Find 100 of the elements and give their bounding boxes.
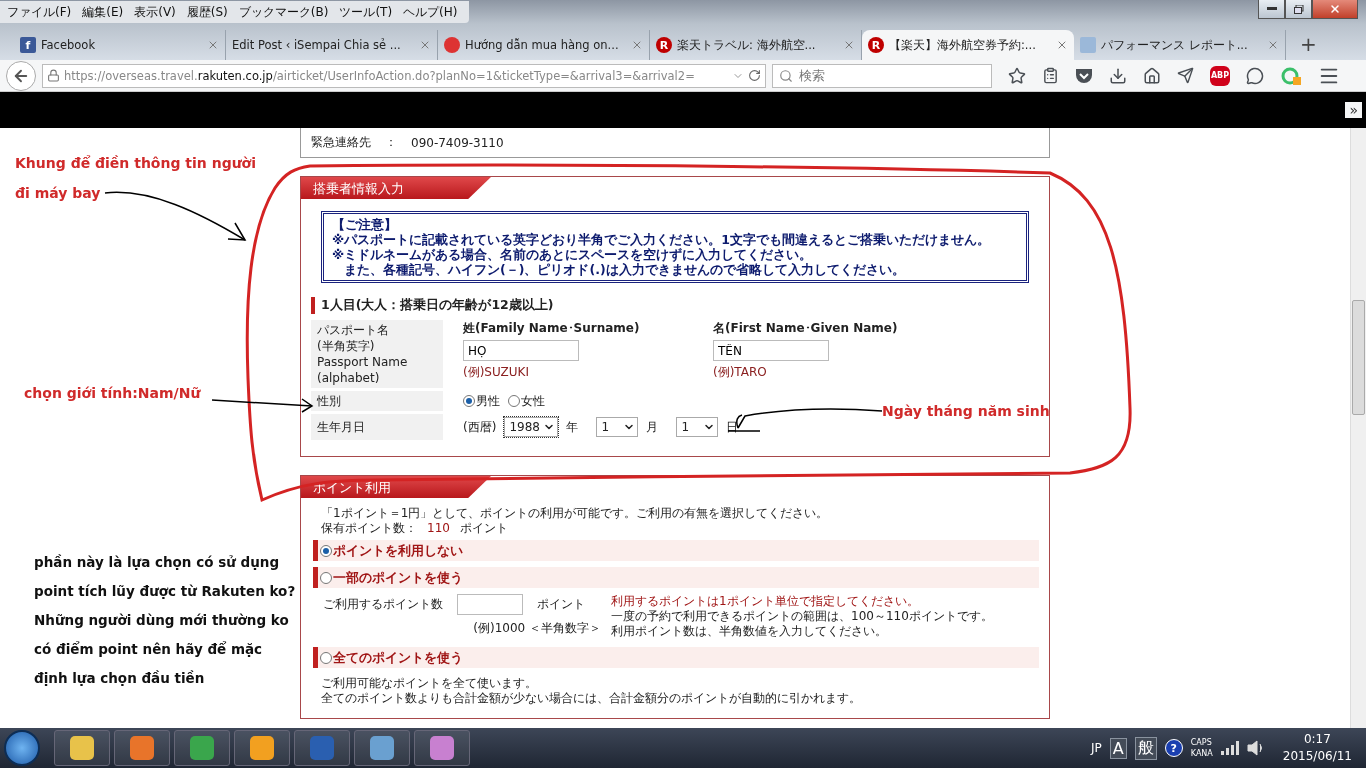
search-field[interactable]: 検索 — [772, 63, 992, 88]
clock[interactable]: 0:17 2015/06/11 — [1272, 731, 1362, 765]
pocket-icon[interactable] — [1075, 67, 1093, 84]
close-icon[interactable] — [631, 39, 643, 51]
close-icon[interactable] — [419, 39, 431, 51]
annotation-text: Ngày tháng năm sinh — [882, 402, 1051, 421]
radio-button[interactable] — [320, 651, 332, 664]
unit-label: ポイント — [459, 521, 508, 536]
contact-label: 緊急連絡先 — [311, 134, 371, 151]
note-text: 利用するポイントは1ポイント単位で指定してください。 — [611, 594, 920, 609]
radio-label: 男性 — [476, 392, 500, 410]
notice-text: ※パスポートに記載されている英字どおり半角でご入力ください。1文字でも間違えるとご搭乗いただけません。 — [332, 232, 991, 247]
download-icon[interactable] — [1109, 66, 1127, 85]
notice-text: ※ミドルネームがある場合、名前のあとにスペースを空けずに入力してください。 — [332, 247, 814, 262]
annotation-text: chọn giới tính:Nam/Nữ — [24, 384, 202, 403]
signal-icon — [1220, 741, 1239, 755]
minimize-button[interactable] — [1258, 0, 1285, 19]
back-button[interactable] — [6, 60, 36, 91]
avatar-icon — [444, 37, 460, 53]
menu-item[interactable]: ツール(T) — [336, 3, 401, 21]
page-icon — [1080, 37, 1096, 53]
month-select[interactable]: 1 — [596, 417, 639, 437]
section-title: 搭乗者情報入力 — [301, 177, 491, 199]
browser-tab[interactable]: R 【楽天】海外航空券予約:... — [862, 30, 1074, 60]
reload-icon[interactable] — [748, 69, 761, 82]
annotation-text: Khung để điền thông tin người đi máy bay — [15, 154, 258, 203]
year-select[interactable]: 1988 — [504, 417, 559, 437]
menu-item[interactable]: ファイル(F) — [4, 3, 80, 21]
description-text: ご利用可能なポイントを全て使います。 — [321, 676, 538, 691]
caps-indicator: CAPS — [1190, 737, 1213, 748]
unit-label: 月 — [646, 418, 659, 436]
taskbar-app-icon[interactable] — [234, 730, 290, 766]
notice-heading: 【ご注意】 — [332, 217, 398, 232]
name-input[interactable]: TÊN — [713, 340, 829, 361]
menu-item[interactable]: 編集(E) — [79, 3, 132, 21]
chat-icon[interactable] — [1246, 66, 1264, 85]
field-label: ご利用するポイント数 — [323, 597, 443, 612]
close-icon[interactable] — [1267, 39, 1279, 51]
description-text: 全てのポイント数よりも合計金額が少ない場合には、合計金額分のポイントが自動的に引かれます。 — [321, 691, 862, 706]
phone-number: 090-7409-3110 — [411, 135, 504, 150]
balance-value: 110 — [427, 521, 450, 536]
gender-label: 性別 — [311, 391, 443, 411]
radio-button[interactable] — [320, 571, 332, 584]
ime-kana-button[interactable]: 般 — [1134, 736, 1157, 760]
menu-item[interactable]: ヘルプ(H) — [400, 3, 466, 21]
option-label: ポイントを利用しない — [333, 543, 463, 558]
start-button[interactable] — [4, 730, 40, 766]
close-icon[interactable] — [843, 39, 855, 51]
search-icon — [779, 68, 793, 83]
menu-item[interactable]: 履歴(S) — [183, 3, 236, 21]
field-label: 姓(Family Name･Surname) — [463, 320, 641, 337]
name-input[interactable]: HỌ — [463, 340, 579, 361]
close-icon — [1329, 3, 1341, 15]
restore-icon — [1293, 4, 1304, 14]
lock-icon — [47, 69, 60, 82]
example-text: (例)TARO — [713, 364, 768, 381]
taskbar-app-icon[interactable] — [414, 730, 470, 766]
send-icon[interactable] — [1177, 67, 1194, 84]
close-button[interactable] — [1312, 0, 1358, 19]
birth-date-label: 生年月日 — [311, 414, 443, 440]
separator-text: ： — [385, 134, 397, 151]
note-text: 利用ポイント数は、半角数値を入力してください。 — [611, 624, 888, 639]
unit-label: ポイント — [537, 597, 585, 612]
unit-label: 日 — [726, 418, 739, 436]
bookmarks-overflow-button[interactable]: » — [1345, 102, 1362, 118]
menu-item[interactable]: ブックマーク(B) — [235, 3, 337, 21]
language-indicator[interactable]: JP — [1091, 741, 1102, 755]
taskbar-app-icon[interactable] — [174, 730, 230, 766]
example-text: (例)1000 ＜半角数字＞ — [473, 621, 601, 636]
close-icon[interactable] — [207, 39, 219, 51]
address-bar[interactable]: https://overseas.travel.rakuten.co.jp/airticket/UserInfoAction.do?planNo=1&ticketType=&arrival3=&arrival2= — [42, 63, 766, 88]
menu-item[interactable]: 表示(V) — [131, 3, 184, 21]
annotation-text: phần này là lựa chọn có sử dụng point tích lũy được từ Rakuten ko? Những người dùng mới thường ko có điểm point nên hãy để mặc định lựa chọn đầu tiền — [34, 553, 297, 688]
help-icon[interactable]: ? — [1164, 739, 1183, 757]
radio-button[interactable] — [320, 544, 332, 557]
day-select[interactable]: 1 — [676, 417, 719, 437]
logo-icon: R — [656, 37, 672, 53]
radio-label: 女性 — [521, 392, 545, 410]
reading-list-icon[interactable] — [1042, 67, 1059, 84]
scrollbar[interactable] — [1350, 128, 1366, 728]
points-input[interactable] — [457, 594, 523, 615]
unit-label: 年 — [566, 418, 579, 436]
option-label: 全てのポイントを使う — [333, 650, 463, 665]
note-text: 一度の予約で利用できるポイントの範囲は、100～110ポイントです。 — [611, 609, 994, 624]
new-tab-button[interactable]: + — [1286, 32, 1331, 60]
radio-button[interactable] — [463, 395, 475, 407]
taskbar-app-icon[interactable] — [114, 730, 170, 766]
adblock-button[interactable]: ABP — [1210, 65, 1230, 86]
taskbar-app-icon[interactable] — [354, 730, 410, 766]
speaker-icon — [1246, 740, 1265, 756]
taskbar-app-icon[interactable] — [54, 730, 110, 766]
passport-name-label: パスポート名 (半角英字) Passport Name (alphabet) — [311, 320, 443, 388]
restore-button[interactable] — [1285, 0, 1312, 19]
field-label: 名(First Name･Given Name) — [713, 320, 899, 337]
close-icon[interactable] — [1056, 39, 1068, 51]
ime-mode-button[interactable]: A — [1109, 737, 1127, 759]
radio-button[interactable] — [508, 395, 520, 407]
star-icon[interactable] — [1008, 66, 1026, 85]
home-icon[interactable] — [1143, 66, 1161, 85]
option-label: 一部のポイントを使う — [333, 570, 463, 585]
